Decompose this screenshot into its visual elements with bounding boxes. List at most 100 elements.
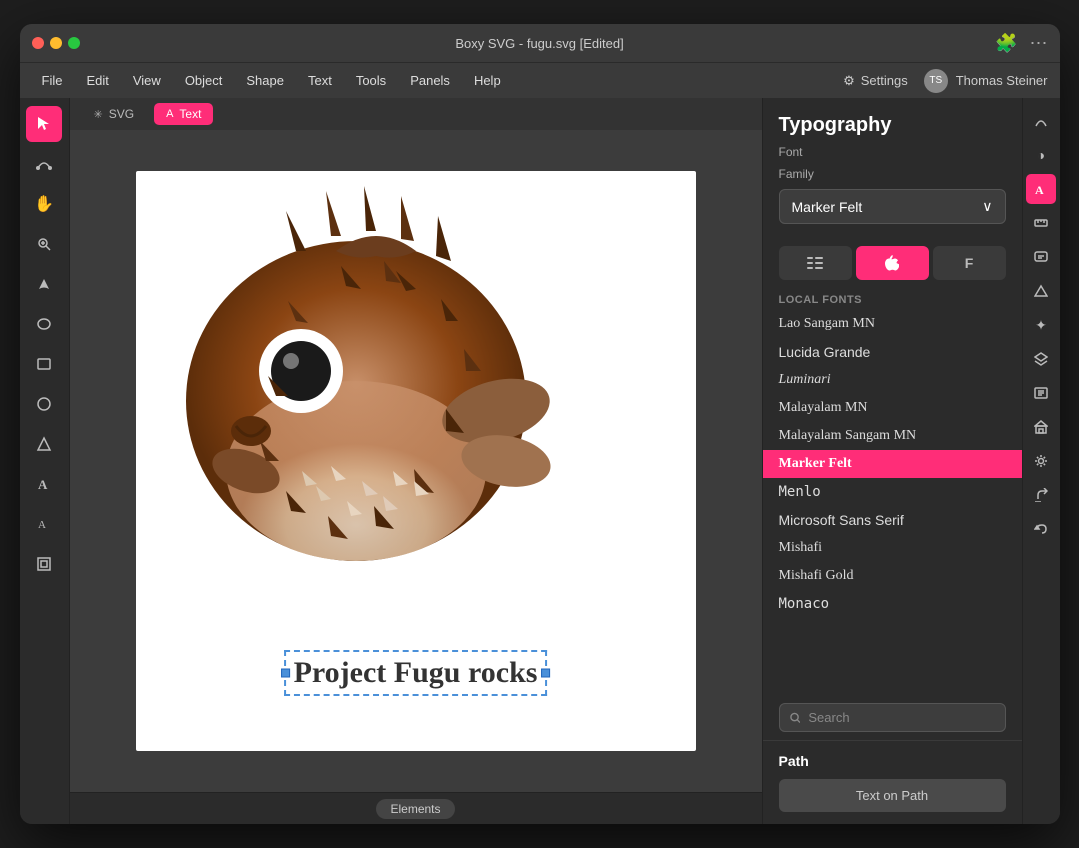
maximize-button[interactable] (68, 37, 80, 49)
font-family-dropdown[interactable]: Marker Felt ∨ (779, 189, 1006, 224)
tool-pen[interactable] (26, 266, 62, 302)
left-toolbar: ✋ (20, 98, 70, 824)
local-fonts-label: LOCAL FONTS (763, 290, 1022, 310)
menu-help[interactable]: Help (464, 69, 511, 92)
settings-icon: ⚙ (843, 73, 855, 89)
right-tool-contrast[interactable]: ◑ (1026, 140, 1056, 170)
sel-handle-right[interactable] (541, 669, 550, 678)
menubar: File Edit View Object Shape Text Tools P… (20, 62, 1060, 98)
bottom-bar: Elements (70, 792, 762, 824)
menu-tools[interactable]: Tools (346, 69, 396, 92)
path-section: Path Text on Path (763, 740, 1022, 824)
font-item-menlo[interactable]: Menlo (763, 478, 1022, 506)
right-tool-layers[interactable] (1026, 344, 1056, 374)
svg-tab-label: SVG (109, 107, 134, 121)
text-on-path-button[interactable]: Text on Path (779, 779, 1006, 812)
tool-node[interactable] (26, 146, 62, 182)
right-tool-gear[interactable] (1026, 446, 1056, 476)
tab-bar: ✳ SVG A Text (70, 98, 762, 130)
menu-view[interactable]: View (123, 69, 171, 92)
tab-svg[interactable]: ✳ SVG (82, 103, 147, 125)
filter-tab-list[interactable] (779, 246, 852, 280)
tool-rect[interactable] (26, 346, 62, 382)
font-item-marker-felt[interactable]: Marker Felt (763, 450, 1022, 478)
path-label: Path (779, 753, 1006, 769)
filter-tab-apple[interactable] (856, 246, 929, 280)
svg-text:A: A (1035, 183, 1044, 196)
font-item-lao[interactable]: Lao Sangam MN (763, 310, 1022, 338)
right-tool-comment[interactable] (1026, 242, 1056, 272)
tool-select[interactable] (26, 106, 62, 142)
text-tab-icon: A (166, 108, 173, 120)
canvas-text: Project Fugu rocks (294, 656, 538, 689)
tool-pan[interactable]: ✋ (26, 186, 62, 222)
menu-text[interactable]: Text (298, 69, 342, 92)
right-tool-export[interactable] (1026, 480, 1056, 510)
canvas-area: ✳ SVG A Text (70, 98, 762, 824)
right-tool-triangle[interactable] (1026, 276, 1056, 306)
close-button[interactable] (32, 37, 44, 49)
font-item-malayalam[interactable]: Malayalam MN (763, 394, 1022, 422)
tool-circle[interactable] (26, 386, 62, 422)
font-item-monaco[interactable]: Monaco (763, 590, 1022, 618)
right-tool-undo[interactable] (1026, 514, 1056, 544)
more-options-icon[interactable]: ⋯ (1030, 33, 1048, 54)
avatar: TS (924, 69, 948, 93)
settings-label: Settings (861, 73, 908, 88)
font-item-microsoft[interactable]: Microsoft Sans Serif (763, 506, 1022, 534)
minimize-button[interactable] (50, 37, 62, 49)
right-tool-draw[interactable] (1026, 106, 1056, 136)
user-name: Thomas Steiner (956, 73, 1048, 88)
tab-text[interactable]: A Text (154, 103, 213, 125)
tool-text-small[interactable]: A (26, 506, 62, 542)
sel-handle-left[interactable] (281, 669, 290, 678)
menu-file[interactable]: File (32, 69, 73, 92)
font-section: Font Family Marker Felt ∨ (763, 145, 1022, 236)
canvas[interactable]: Project Fugu rocks (136, 171, 696, 751)
right-icon-bar: ◑ A (1022, 98, 1060, 824)
menu-edit[interactable]: Edit (76, 69, 118, 92)
tool-triangle[interactable] (26, 426, 62, 462)
text-tab-label: Text (179, 107, 201, 121)
svg-text:A: A (38, 477, 48, 492)
user-button[interactable]: TS Thomas Steiner (924, 69, 1048, 93)
font-item-malayalam-sangam[interactable]: Malayalam Sangam MN (763, 422, 1022, 450)
filter-tab-google[interactable]: F (933, 246, 1006, 280)
elements-label: Elements (390, 802, 440, 816)
elements-badge[interactable]: Elements (376, 799, 454, 819)
tool-zoom[interactable] (26, 226, 62, 262)
fugu-fish-svg (136, 171, 596, 631)
menu-panels[interactable]: Panels (400, 69, 460, 92)
svg-tab-icon: ✳ (94, 108, 103, 121)
dropdown-chevron: ∨ (982, 198, 992, 215)
search-input[interactable] (808, 710, 994, 725)
font-item-lucida[interactable]: Lucida Grande (763, 338, 1022, 366)
menubar-right: ⚙ Settings TS Thomas Steiner (843, 69, 1047, 93)
tool-text[interactable]: A (26, 466, 62, 502)
font-search-box[interactable] (779, 703, 1006, 732)
right-tool-building[interactable] (1026, 412, 1056, 442)
svg-text:A: A (38, 519, 46, 531)
font-item-mishafi-gold[interactable]: Mishafi Gold (763, 562, 1022, 590)
tool-ellipse[interactable] (26, 306, 62, 342)
canvas-text-element[interactable]: Project Fugu rocks (284, 650, 548, 696)
tool-frame[interactable] (26, 546, 62, 582)
puzzle-icon[interactable]: 🧩 (995, 33, 1017, 54)
typography-title: Typography (763, 98, 1022, 145)
traffic-lights (32, 37, 80, 49)
titlebar: Boxy SVG - fugu.svg [Edited] 🧩 ⋯ (20, 24, 1060, 62)
filter-tabs: F (779, 246, 1006, 280)
font-item-mishafi[interactable]: Mishafi (763, 534, 1022, 562)
right-tool-typography[interactable]: A (1026, 174, 1056, 204)
menu-shape[interactable]: Shape (236, 69, 294, 92)
settings-button[interactable]: ⚙ Settings (843, 73, 908, 89)
titlebar-right: 🧩 ⋯ (995, 33, 1047, 54)
font-list[interactable]: Lao Sangam MN Lucida Grande Luminari Mal… (763, 310, 1022, 695)
right-tool-plus[interactable]: ✦ (1026, 310, 1056, 340)
right-tool-ruler[interactable] (1026, 208, 1056, 238)
menu-object[interactable]: Object (175, 69, 233, 92)
right-tool-list[interactable] (1026, 378, 1056, 408)
right-panel: Typography Font Family Marker Felt ∨ (762, 98, 1022, 824)
google-f-icon: F (965, 255, 974, 271)
font-item-luminari[interactable]: Luminari (763, 366, 1022, 394)
